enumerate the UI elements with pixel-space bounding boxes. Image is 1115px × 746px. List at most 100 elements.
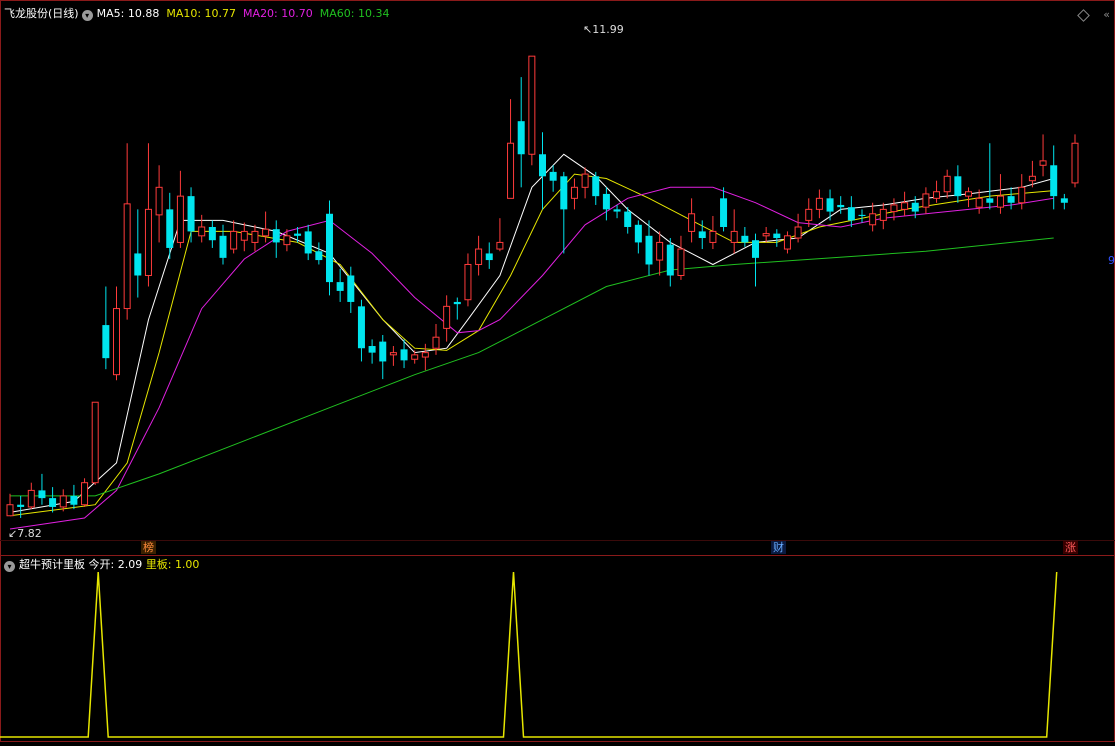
candle-body-down xyxy=(698,231,706,239)
candle-body-up xyxy=(1018,186,1026,204)
candle-body-down xyxy=(517,121,525,155)
candle-body-down xyxy=(666,244,674,276)
candle-body-up xyxy=(27,489,35,508)
candle-body-up xyxy=(1071,142,1079,184)
candle-body-down xyxy=(336,282,344,291)
indicator-header: ▾ 超牛预计里板 今开: 2.09 里板: 1.00 xyxy=(4,558,199,572)
candle-body-up xyxy=(805,208,813,221)
candle-body-up xyxy=(389,352,397,356)
candle-body-up xyxy=(443,305,451,329)
ma20-label: MA20: xyxy=(243,7,278,20)
ma60-label: MA60: xyxy=(319,7,355,20)
high-price-annotation: ↖11.99 xyxy=(583,23,624,37)
ma5-value: 10.88 xyxy=(127,7,160,20)
candle-body-down xyxy=(304,231,312,254)
candle-body-down xyxy=(70,495,78,505)
candle-body-down xyxy=(720,198,728,227)
arrow-icon: ↖ xyxy=(583,23,593,36)
candle-body-down xyxy=(17,504,25,507)
candle-body-down xyxy=(187,196,195,232)
candle-body-up xyxy=(975,197,983,208)
candle-body-up xyxy=(230,230,238,250)
candle-body-up xyxy=(123,203,131,310)
candle-body-up xyxy=(411,354,419,360)
event-marker-limitup[interactable]: 涨 xyxy=(1063,541,1078,554)
candle-body-down xyxy=(986,198,994,203)
candle-body-down xyxy=(326,213,333,283)
chart-frame xyxy=(0,0,1115,742)
candle-body-up xyxy=(688,213,696,232)
candle-body-down xyxy=(208,226,216,241)
candle-body-down xyxy=(613,209,621,212)
candle-body-up xyxy=(656,241,664,261)
candle-body-up xyxy=(922,193,930,208)
candle-body-down xyxy=(634,224,642,243)
candle-body-down xyxy=(294,233,302,236)
candle-body-down xyxy=(837,204,845,208)
candle-body-down xyxy=(219,235,227,258)
candle-body-down xyxy=(485,253,493,261)
candle-body-down xyxy=(453,301,461,305)
ma10-value: 10.77 xyxy=(204,7,237,20)
candle-body-up xyxy=(81,482,89,506)
candle-body-up xyxy=(996,195,1004,208)
candle-body-down xyxy=(315,251,323,261)
candle-body-down xyxy=(847,207,855,221)
candle-body-down xyxy=(272,229,280,243)
candle-body-down xyxy=(741,235,749,243)
candle-body-up xyxy=(262,228,270,237)
candle-body-down xyxy=(379,341,387,362)
candle-body-down xyxy=(400,349,408,361)
candle-body-up xyxy=(581,173,589,188)
settings-toggle-icon[interactable]: ▾ xyxy=(81,10,93,21)
candle-body-up xyxy=(890,204,898,213)
ma10-label: MA10: xyxy=(166,7,202,20)
candle-body-up xyxy=(965,191,972,197)
candle-body-up xyxy=(198,226,206,237)
indicator-open-label: 今开: xyxy=(88,558,115,571)
candle-body-up xyxy=(730,230,738,243)
collapse-icon[interactable]: « xyxy=(1103,8,1110,21)
candle-body-up xyxy=(677,248,685,276)
candle-body-up xyxy=(176,195,184,243)
event-marker-rank[interactable]: 榜 xyxy=(141,541,156,554)
candle-body-down xyxy=(645,235,653,265)
candle-body-up xyxy=(113,308,120,376)
event-marker-finance[interactable]: 财 xyxy=(771,541,786,554)
low-price-value: 7.82 xyxy=(17,527,42,540)
candle-body-down xyxy=(347,275,355,302)
candle-body-up xyxy=(432,336,440,349)
candle-body-up xyxy=(91,401,99,484)
candle-body-down xyxy=(858,214,866,216)
indicator-name: 超牛预计里板 xyxy=(19,558,85,571)
high-price-value: 11.99 xyxy=(592,23,624,36)
candle-body-down xyxy=(38,490,46,499)
indicator-toggle-icon[interactable]: ▾ xyxy=(4,561,15,572)
candle-body-up xyxy=(155,186,163,216)
candle-body-up xyxy=(762,233,770,237)
low-price-annotation: ↙7.82 xyxy=(8,527,42,541)
candle-body-up xyxy=(507,142,515,199)
candle-body-down xyxy=(368,346,376,353)
candle-body-up xyxy=(1039,160,1047,166)
candle-body-down xyxy=(1007,196,1015,203)
candle-body-down xyxy=(592,176,600,197)
candle-body-down xyxy=(1060,198,1068,203)
candle-body-up xyxy=(528,55,536,155)
candle-body-up xyxy=(943,175,951,193)
candle-body-up xyxy=(933,191,941,199)
ma60-line xyxy=(10,237,1054,497)
candle-body-down xyxy=(549,171,557,181)
candle-body-up xyxy=(240,230,248,241)
arrow-icon: ↙ xyxy=(8,527,18,540)
ma20-value: 10.70 xyxy=(281,7,313,20)
candle-body-down xyxy=(773,233,781,239)
ma5-label: MA5: xyxy=(96,7,125,20)
edge-price-label: 9 xyxy=(1108,254,1115,267)
candle-body-up xyxy=(570,186,578,199)
candle-body-up xyxy=(869,213,877,226)
candle-body-down xyxy=(102,325,110,359)
candle-body-down xyxy=(1050,165,1058,197)
candle-body-down xyxy=(134,253,142,276)
candle-body-up xyxy=(59,495,67,508)
